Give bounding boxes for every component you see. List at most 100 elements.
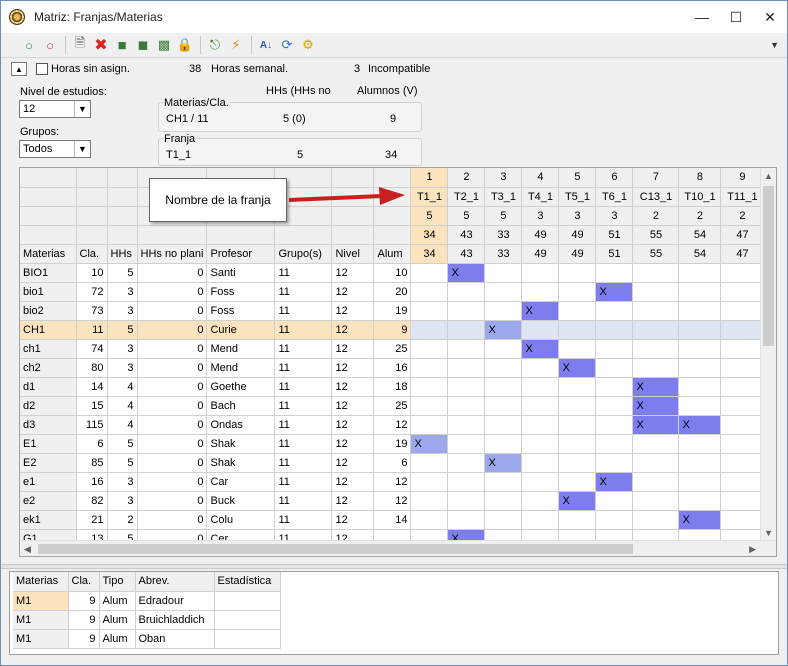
matrix-cell[interactable] [484,510,523,530]
scroll-right-icon[interactable]: ▶ [749,544,756,555]
collapse-toggle-icon[interactable]: ▲ [11,62,27,76]
matrix-cell[interactable] [720,339,765,359]
column-header[interactable]: Alum [373,244,412,264]
matrix-cell[interactable] [558,339,597,359]
column-franja-name[interactable]: T1_1 [410,187,449,207]
nivel-select[interactable]: 12 ▼ [19,100,91,118]
assignment-mark[interactable]: X [521,339,560,359]
matrix-cell[interactable] [484,396,523,416]
matrix-cell[interactable] [521,415,560,435]
matrix-cell[interactable] [678,377,722,397]
table-row[interactable]: ek1 21 2 0 Colu 11 12 14 X [20,510,765,530]
table-row[interactable]: e2 82 3 0 Buck 11 12 12 X [20,491,765,511]
column-franja-name[interactable]: T11_1 [720,187,765,207]
assignment-mark[interactable]: X [595,282,634,302]
matrix-cell[interactable] [558,320,597,340]
matrix-cell[interactable] [521,377,560,397]
matrix-cell[interactable] [521,282,560,302]
matrix-cell[interactable] [447,358,486,378]
column-hhs[interactable]: 3 [595,206,634,226]
matrix-cell[interactable] [558,377,597,397]
user-lightning-icon[interactable]: ⚡ [226,35,246,55]
column-hhs[interactable]: 5 [447,206,486,226]
column-number[interactable]: 5 [558,168,597,188]
settings-gear-icon[interactable]: ⚙ [298,35,318,55]
matrix-cell[interactable] [720,358,765,378]
detail-row[interactable]: M1 9 Alum Bruichladdich [13,610,281,630]
new-document-icon[interactable]: 🗎 [70,35,90,55]
matrix-cell[interactable] [632,263,680,283]
matrix-cell[interactable] [720,453,765,473]
column-total[interactable]: 33 [484,225,523,245]
matrix-cell[interactable] [484,282,523,302]
matrix-cell[interactable] [720,510,765,530]
matrix-cell[interactable] [678,434,722,454]
matrix-cell[interactable] [720,282,765,302]
column-total[interactable]: 47 [720,225,765,245]
matrix-cell[interactable] [447,491,486,511]
matrix-cell[interactable] [632,358,680,378]
column-total[interactable]: 49 [521,225,560,245]
matrix-cell[interactable] [595,434,634,454]
column-hhs[interactable]: 5 [484,206,523,226]
column-hhs[interactable]: 3 [521,206,560,226]
matrix-cell[interactable] [632,453,680,473]
matrix-cell[interactable] [678,358,722,378]
horizontal-scroll-thumb[interactable] [38,544,633,554]
matrix-cell[interactable] [410,491,449,511]
column-hhs[interactable]: 2 [632,206,680,226]
matrix-cell[interactable] [720,434,765,454]
assignment-mark[interactable]: X [521,301,560,321]
matrix-cell[interactable] [447,453,486,473]
column-franja-name[interactable]: C13_1 [632,187,680,207]
matrix-cell[interactable] [521,396,560,416]
matrix-cell[interactable] [410,339,449,359]
column-number[interactable]: 1 [410,168,449,188]
scroll-up-icon[interactable]: ▲ [764,171,773,181]
assignment-mark[interactable]: X [447,263,486,283]
assignment-mark[interactable]: X [595,472,634,492]
sort-az-icon[interactable]: A↓ [256,35,276,55]
matrix-cell[interactable] [447,434,486,454]
matrix-cell[interactable] [595,453,634,473]
refresh-icon[interactable]: ⟳ [277,35,297,55]
group-green-icon[interactable]: ○ [19,35,39,55]
scroll-left-icon[interactable]: ◀ [24,544,31,555]
matrix-cell[interactable] [720,472,765,492]
column-hhs[interactable]: 2 [678,206,722,226]
column-franja-name[interactable]: T4_1 [521,187,560,207]
matrix-cell[interactable] [484,339,523,359]
matrix-cell[interactable] [720,491,765,511]
matrix-cell[interactable] [558,434,597,454]
matrix-cell[interactable] [447,320,486,340]
matrix-cell[interactable] [632,320,680,340]
matrix-cell[interactable] [595,263,634,283]
assignment-mark[interactable]: X [632,396,680,416]
matrix-cell[interactable] [632,510,680,530]
matrix-cell[interactable] [521,472,560,492]
matrix-cell[interactable] [595,320,634,340]
column-number[interactable]: 2 [447,168,486,188]
matrix-cell[interactable] [720,415,765,435]
matrix-cell[interactable] [521,263,560,283]
assignment-mark[interactable]: X [632,415,680,435]
cluster-icon[interactable]: ▩ [154,35,174,55]
column-total[interactable]: 55 [632,225,680,245]
matrix-cell[interactable] [410,453,449,473]
column-franja-name[interactable]: T5_1 [558,187,597,207]
matrix-cell[interactable] [410,510,449,530]
matrix-cell[interactable] [558,301,597,321]
matrix-cell[interactable] [447,301,486,321]
matrix-cell[interactable] [632,301,680,321]
grupos-select[interactable]: Todos ▼ [19,140,91,158]
matrix-cell[interactable] [410,377,449,397]
table-row[interactable]: bio2 73 3 0 Foss 11 12 19 X [20,301,765,321]
matrix-cell[interactable] [678,472,722,492]
table-row[interactable]: ch1 74 3 0 Mend 11 12 25 X [20,339,765,359]
matrix-cell[interactable] [595,358,634,378]
matrix-cell[interactable] [720,301,765,321]
matrix-cell[interactable] [521,358,560,378]
matrix-cell[interactable] [484,377,523,397]
table-row[interactable]: BIO1 10 5 0 Santi 11 12 10 X [20,263,765,283]
matrix-cell[interactable] [595,377,634,397]
